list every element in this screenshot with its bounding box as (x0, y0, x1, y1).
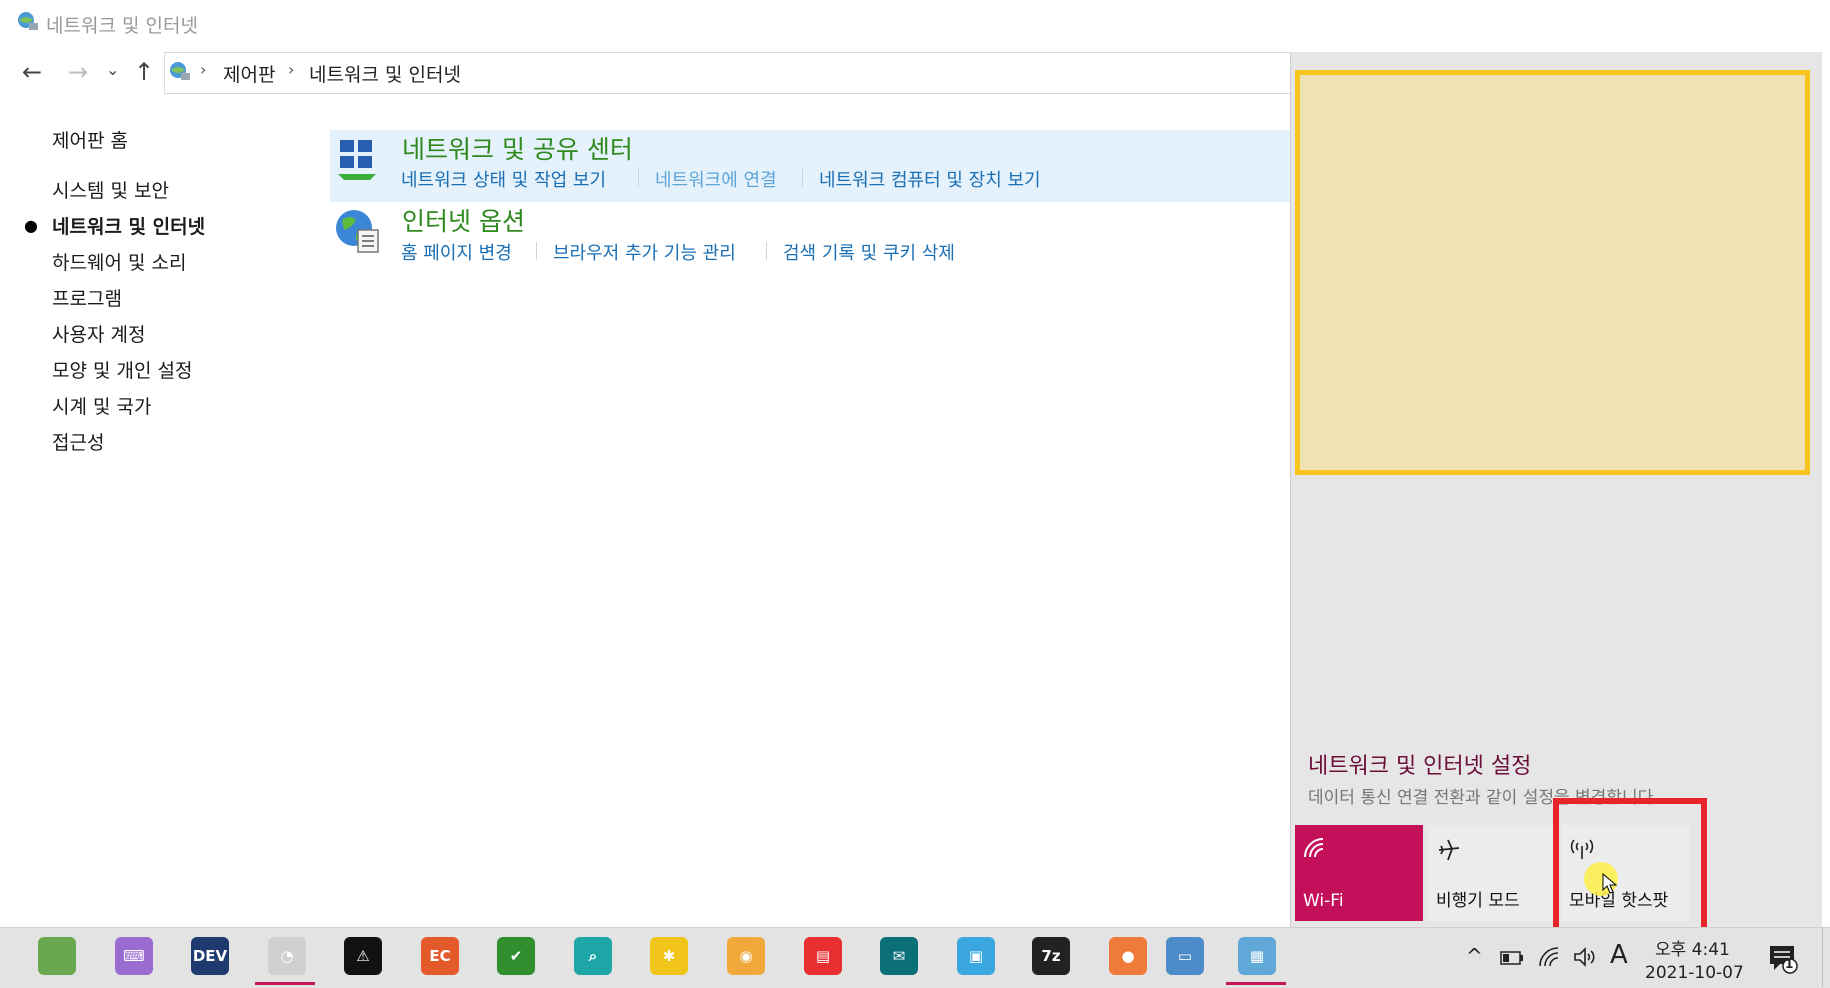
window-icon (16, 10, 40, 38)
breadcrumb-network-internet[interactable]: 네트워크 및 인터넷 (309, 60, 461, 87)
link-divider (766, 242, 767, 260)
7zip-icon: 7z (1041, 947, 1061, 965)
back-button[interactable]: ← (22, 58, 42, 86)
wifi-tile-label: Wi-Fi (1303, 891, 1344, 911)
link-divider (802, 169, 803, 187)
arrow-up-icon: ↑ (134, 58, 155, 86)
notification-center-button[interactable]: 1 (1768, 944, 1800, 978)
taskbar-app-button[interactable]: ✉ (880, 937, 918, 975)
arrow-right-icon: → (68, 58, 89, 86)
view-network-computers-link[interactable]: 네트워크 컴퓨터 및 장치 보기 (819, 166, 1041, 192)
up-button[interactable]: ↑ (134, 58, 154, 86)
delete-history-cookies-link[interactable]: 검색 기록 및 쿠키 삭제 (783, 239, 955, 265)
link-divider (536, 242, 537, 260)
control-panel-location-icon (168, 60, 192, 88)
notification-icon (1770, 946, 1798, 974)
clock-date[interactable]: 2021-10-07 (1645, 963, 1744, 983)
chevron-up-icon: ^ (1466, 944, 1483, 968)
taskbar-app-button[interactable]: ▭ (1166, 937, 1204, 975)
taskbar-app-button[interactable]: ▦ (1238, 937, 1276, 975)
notification-count: 1 (1785, 957, 1794, 971)
keyboard-app-icon: ⌨ (123, 947, 145, 965)
taskbar-app-button[interactable] (38, 937, 76, 975)
airplane-mode-label: 비행기 모드 (1436, 891, 1520, 911)
forward-button[interactable]: → (68, 58, 88, 86)
photoscape-icon: ◔ (280, 947, 294, 965)
taskbar-app-button[interactable]: ✔ (497, 937, 535, 975)
taskbar-app-button[interactable]: EC (421, 937, 459, 975)
nav-network-internet[interactable]: 네트워크 및 인터넷 (52, 212, 205, 239)
nav-hardware-sound[interactable]: 하드웨어 및 소리 (52, 248, 186, 275)
input-method-indicator[interactable]: A (1610, 940, 1628, 970)
nav-clock-region[interactable]: 시계 및 국가 (52, 392, 151, 419)
warning-app-icon: ⚠ (356, 947, 370, 965)
network-settings-link[interactable]: 네트워크 및 인터넷 설정 (1308, 748, 1531, 780)
control-panel-home-link[interactable]: 제어판 홈 (52, 126, 128, 153)
network-tray-icon[interactable] (1538, 946, 1562, 972)
search-app-icon: ⌕ (588, 947, 598, 965)
nav-user-accounts[interactable]: 사용자 계정 (52, 320, 145, 347)
dev-app-icon: DEV (192, 947, 228, 965)
airplane-icon (1436, 837, 1462, 867)
clock-time[interactable]: 오후 4:41 (1655, 935, 1730, 960)
taskbar-app-button[interactable]: ⌨ (115, 937, 153, 975)
view-network-status-link[interactable]: 네트워크 상태 및 작업 보기 (401, 166, 606, 192)
arrow-left-icon: ← (22, 58, 43, 86)
ec-app-icon: EC (429, 947, 451, 965)
window-title: 네트워크 및 인터넷 (46, 15, 198, 37)
puzzle-app-icon: ✱ (662, 947, 676, 965)
panel-edge (1822, 52, 1830, 927)
taskbar-app-button[interactable]: DEV (191, 937, 229, 975)
taskbar-app-button[interactable]: 7z (1032, 937, 1070, 975)
taskbar-app-button[interactable]: ⚠ (344, 937, 382, 975)
breadcrumb-separator: › (288, 60, 295, 79)
wifi-tile[interactable]: Wi-Fi (1295, 825, 1423, 921)
title-bar (0, 0, 1830, 46)
chevron-down-icon: ⌄ (106, 60, 120, 79)
running-app-indicator (1226, 982, 1286, 985)
taskbar-app-button[interactable]: ⌕ (574, 937, 612, 975)
taskbar-app-button[interactable]: ▤ (804, 937, 842, 975)
show-desktop-divider (1822, 927, 1823, 987)
taskbar-app-button[interactable]: ◔ (268, 937, 306, 975)
image-viewer-icon: ▭ (1177, 947, 1193, 965)
paint-app-icon: ◉ (739, 947, 753, 965)
breadcrumb-control-panel[interactable]: 제어판 (223, 60, 275, 87)
show-hidden-icons-button[interactable]: ^ (1466, 944, 1483, 968)
active-bullet-icon: ● (24, 216, 38, 235)
internet-options-icon (334, 206, 382, 260)
network-sharing-center-link[interactable]: 네트워크 및 공유 센터 (402, 130, 633, 166)
battery-icon[interactable] (1500, 950, 1524, 969)
nav-appearance[interactable]: 모양 및 개인 설정 (52, 356, 192, 383)
manage-browser-addons-link[interactable]: 브라우저 추가 기능 관리 (553, 239, 736, 265)
presentation-app-icon: ● (1121, 947, 1135, 965)
taskbar-app-button[interactable]: ● (1109, 937, 1147, 975)
recent-locations-button[interactable]: ⌄ (106, 60, 119, 79)
breadcrumb-separator: › (200, 60, 207, 79)
split-app-icon: ▤ (815, 947, 831, 965)
airplane-mode-tile[interactable]: 비행기 모드 (1428, 825, 1556, 921)
nav-programs[interactable]: 프로그램 (52, 284, 122, 311)
mail-app-icon: ✉ (892, 947, 906, 965)
connect-to-network-link[interactable]: 네트워크에 연결 (655, 166, 777, 192)
annotation-box (1553, 798, 1707, 938)
internet-options-link[interactable]: 인터넷 옵션 (402, 202, 525, 238)
checklist-app-icon: ✔ (509, 947, 523, 965)
nav-accessibility[interactable]: 접근성 (52, 428, 104, 455)
link-divider (638, 169, 639, 187)
control-panel-icon: ▦ (1249, 947, 1265, 965)
nav-system-security[interactable]: 시스템 및 보안 (52, 176, 169, 203)
highlighted-area (1295, 70, 1810, 475)
taskbar-app-button[interactable]: ◉ (727, 937, 765, 975)
wifi-icon (1303, 837, 1329, 863)
taskbar-app-button[interactable]: ✱ (650, 937, 688, 975)
change-home-page-link[interactable]: 홈 페이지 변경 (401, 239, 512, 265)
taskbar-app-button[interactable]: ▣ (957, 937, 995, 975)
screen-app-icon: ▣ (968, 947, 984, 965)
running-app-indicator (255, 982, 315, 985)
volume-icon[interactable] (1572, 946, 1598, 972)
network-sharing-center-icon (336, 136, 380, 186)
